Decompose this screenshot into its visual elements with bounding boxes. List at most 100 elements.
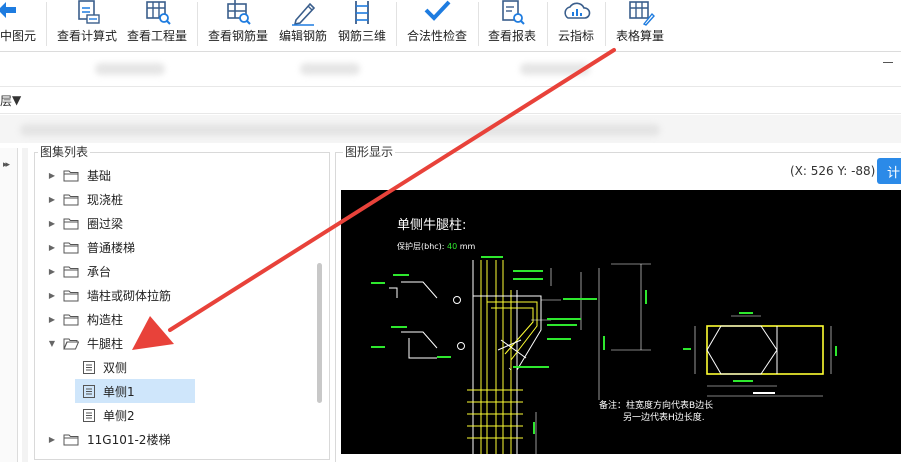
floor-selector[interactable]: 层 ▼ <box>0 86 901 114</box>
panel-splitter[interactable] <box>22 148 28 462</box>
toolbar-separator <box>197 2 198 46</box>
cloud-index-label: 云指标 <box>557 29 594 43</box>
cover-label: 保护层(bhc): <box>397 242 445 251</box>
folder-icon <box>63 266 79 277</box>
view-report-button[interactable]: 查看报表 <box>484 0 540 50</box>
chevron-right-icon[interactable]: ▶ <box>47 435 57 444</box>
minimize-icon[interactable] <box>883 62 893 63</box>
folder-icon <box>63 194 79 205</box>
blurred-region <box>300 63 360 75</box>
tree-leaf-node[interactable]: 双侧 <box>75 355 195 379</box>
cover-value[interactable]: 40 <box>447 242 457 251</box>
tree-folder-node[interactable]: ▶ 11G101-2楼梯 <box>47 427 327 451</box>
tree-folder-node[interactable]: ▶ 墙柱或砌体拉筋 <box>47 283 327 307</box>
rebar-cage-icon <box>355 1 369 24</box>
edit-rebar-button[interactable]: 编辑钢筋 <box>275 0 331 50</box>
drawing-note: 备注：柱宽度方向代表B边长 另一边代表H边长度. <box>599 400 713 424</box>
arrow-pointer-icon <box>0 2 16 18</box>
tree-node-label: 普通楼梯 <box>87 240 136 255</box>
tree-folder-node[interactable]: ▶ 圈过梁 <box>47 211 327 235</box>
tree-node-label: 单侧2 <box>103 408 135 423</box>
folder-icon <box>63 314 79 325</box>
rebar-search-icon <box>227 0 251 25</box>
drawing-title: 单侧牛腿柱: <box>397 218 467 233</box>
cursor-coordinates: (X: 526 Y: -88) <box>790 164 876 178</box>
folder-open-icon <box>63 338 79 349</box>
rebar-3d-label: 钢筋三维 <box>337 29 386 43</box>
document-icon <box>83 408 95 422</box>
tree-node-label: 现浇桩 <box>87 192 124 207</box>
folder-icon <box>63 170 79 181</box>
tree-folder-node[interactable]: ▶ 承台 <box>47 259 327 283</box>
tree-node-label: 11G101-2楼梯 <box>87 432 171 447</box>
tree-node-label: 双侧 <box>103 360 128 375</box>
validity-check-label: 合法性检查 <box>406 29 467 43</box>
chevron-right-icon[interactable]: ▶ <box>47 291 57 300</box>
blurred-region <box>520 63 590 75</box>
cover-unit: mm <box>459 242 476 251</box>
blurred-region <box>20 124 660 136</box>
tree-folder-node[interactable]: ▶ 现浇桩 <box>47 187 327 211</box>
chevron-right-icon[interactable]: ▶ <box>47 195 57 204</box>
folder-icon <box>63 290 79 301</box>
atlas-tree-panel: ▶ 基础 ▶ 现浇桩 ▶ 圈过梁 ▶ 普通楼梯 ▶ 承台 ▶ 墙柱或砌体拉筋 ▶ 构造柱 ▼ 牛腿柱 双侧 单侧1… <box>34 152 330 460</box>
caret-down-icon: ▼ <box>12 93 22 107</box>
select-element-label: 中图元 <box>0 29 36 43</box>
chevron-right-icon[interactable]: ▶ <box>47 243 57 252</box>
view-rebar-quantity-button[interactable]: 查看钢筋量 <box>205 0 271 50</box>
chevron-right-icon[interactable]: ▶ <box>47 267 57 276</box>
cloud-index-button[interactable]: 云指标 <box>552 0 600 50</box>
drawing-canvas[interactable]: 单侧牛腿柱: 保护层(bhc): 40 mm 备注：柱宽度方向代表B边长 另一边… <box>341 190 901 454</box>
toolbar-separator <box>605 2 606 46</box>
toolbar-separator <box>547 2 548 46</box>
cloud-chart-icon <box>564 2 591 19</box>
app-window: 中图元 查看计算式 查看工程量 查看钢筋量 编辑钢筋 钢筋三维 合法性检查 查看… <box>0 0 901 462</box>
tree-folder-node[interactable]: ▼ 牛腿柱 <box>47 331 327 355</box>
chevron-down-icon[interactable]: ▼ <box>47 339 57 348</box>
edit-rebar-label: 编辑钢筋 <box>278 29 327 43</box>
table-calc-label: 表格算量 <box>615 29 664 43</box>
drawing-note-line2: 另一边代表H边长度. <box>623 413 705 423</box>
select-element-button[interactable]: 中图元 <box>0 0 40 50</box>
view-report-label: 查看报表 <box>487 29 536 43</box>
folder-icon <box>63 434 79 445</box>
tree-folder-node[interactable]: ▶ 基础 <box>47 163 327 187</box>
toolbar-separator <box>478 2 479 46</box>
folder-icon <box>63 218 79 229</box>
formula-doc-icon <box>78 0 100 24</box>
rebar-3d-button[interactable]: 钢筋三维 <box>334 0 390 50</box>
floor-label: 层 <box>0 93 13 108</box>
expand-panel-icon[interactable]: ▸▸ <box>3 160 10 170</box>
toolbar-separator <box>396 2 397 46</box>
chevron-right-icon[interactable]: ▶ <box>47 219 57 228</box>
document-icon <box>83 384 95 398</box>
grid-search-icon <box>146 1 171 25</box>
tree-node-label: 基础 <box>87 168 112 183</box>
tree-folder-node[interactable]: ▶ 构造柱 <box>47 307 327 331</box>
view-rebar-quantity-label: 查看钢筋量 <box>207 29 268 43</box>
view-quantity-button[interactable]: 查看工程量 <box>124 0 190 50</box>
tree-node-label: 牛腿柱 <box>87 336 124 351</box>
tree-node-label: 墙柱或砌体拉筋 <box>87 288 172 303</box>
view-quantity-label: 查看工程量 <box>126 29 187 43</box>
chevron-right-icon[interactable]: ▶ <box>47 315 57 324</box>
table-calc-button[interactable]: 表格算量 <box>610 0 670 50</box>
blurred-filter-strip <box>0 115 901 143</box>
tree-folder-node[interactable]: ▶ 普通楼梯 <box>47 235 327 259</box>
calculate-button[interactable]: 计 <box>877 158 901 184</box>
chevron-right-icon[interactable]: ▶ <box>47 171 57 180</box>
tree-node-label: 单侧1 <box>103 384 135 399</box>
pencil-icon <box>292 2 316 26</box>
tree-leaf-node[interactable]: 单侧2 <box>75 403 195 427</box>
collapsed-side-panel: ▸▸ <box>0 148 18 462</box>
tree-node-label: 承台 <box>87 264 112 279</box>
tree-leaf-node[interactable]: 单侧1 <box>75 379 195 403</box>
drawing-note-line1: 备注：柱宽度方向代表B边长 <box>599 401 714 411</box>
document-icon <box>83 360 95 374</box>
ribbon-toolbar: 中图元 查看计算式 查看工程量 查看钢筋量 编辑钢筋 钢筋三维 合法性检查 查看… <box>0 0 901 52</box>
figure-display-title: 图形显示 <box>343 143 396 160</box>
validity-check-button[interactable]: 合法性检查 <box>403 0 471 50</box>
view-formula-button[interactable]: 查看计算式 <box>54 0 120 50</box>
blurred-tab-strip <box>0 53 901 85</box>
view-formula-label: 查看计算式 <box>56 29 117 43</box>
